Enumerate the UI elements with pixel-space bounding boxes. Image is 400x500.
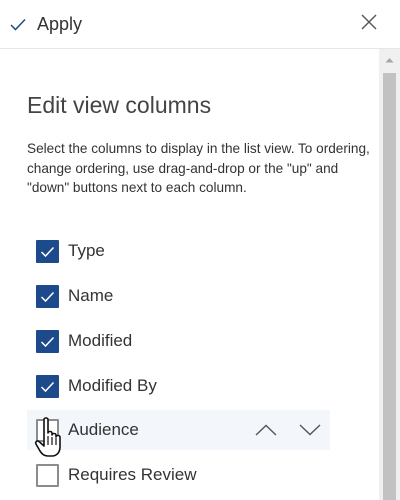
close-icon bbox=[361, 14, 377, 35]
column-label: Requires Review bbox=[68, 465, 197, 484]
column-row-modified-by[interactable]: Modified By bbox=[27, 366, 330, 406]
column-row-name[interactable]: Name bbox=[27, 276, 330, 316]
apply-button[interactable]: Apply bbox=[0, 0, 92, 49]
close-button[interactable] bbox=[355, 10, 383, 38]
checkmark-icon bbox=[10, 18, 26, 31]
column-label: Modified By bbox=[68, 376, 157, 395]
checkbox-audience[interactable] bbox=[36, 419, 59, 442]
column-label: Name bbox=[68, 286, 114, 305]
check-icon bbox=[40, 336, 55, 347]
column-row-type[interactable]: Type bbox=[27, 231, 330, 271]
column-row-requires-review[interactable]: Requires Review bbox=[27, 455, 330, 495]
checkbox-modified[interactable] bbox=[36, 330, 59, 353]
vertical-scrollbar[interactable] bbox=[379, 49, 400, 500]
checkbox-modified-by[interactable] bbox=[36, 375, 59, 398]
move-down-button[interactable] bbox=[297, 418, 323, 442]
chevron-down-icon bbox=[299, 424, 321, 436]
check-icon bbox=[40, 291, 55, 302]
panel-title: Edit view columns bbox=[27, 92, 212, 118]
column-row-audience[interactable]: Audience bbox=[27, 410, 330, 450]
column-label: Type bbox=[68, 241, 105, 260]
apply-label: Apply bbox=[37, 14, 83, 34]
scroll-up-arrow-icon[interactable] bbox=[379, 49, 400, 70]
column-label: Audience bbox=[68, 420, 139, 439]
chevron-up-icon bbox=[255, 424, 277, 436]
check-icon bbox=[40, 381, 55, 392]
checkbox-type[interactable] bbox=[36, 240, 59, 263]
command-bar: Apply bbox=[0, 0, 400, 49]
column-label: Modified bbox=[68, 331, 133, 350]
check-icon bbox=[40, 246, 55, 257]
checkbox-name[interactable] bbox=[36, 285, 59, 308]
column-row-modified[interactable]: Modified bbox=[27, 321, 330, 361]
scroll-thumb[interactable] bbox=[383, 73, 396, 500]
edit-view-columns-panel: Apply Edit view columns Select the colum… bbox=[0, 0, 400, 500]
move-up-button[interactable] bbox=[253, 418, 279, 442]
panel-description: Select the columns to display in the lis… bbox=[27, 141, 370, 195]
panel-content: Edit view columns Select the columns to … bbox=[0, 49, 379, 500]
checkbox-requires-review[interactable] bbox=[36, 464, 59, 487]
